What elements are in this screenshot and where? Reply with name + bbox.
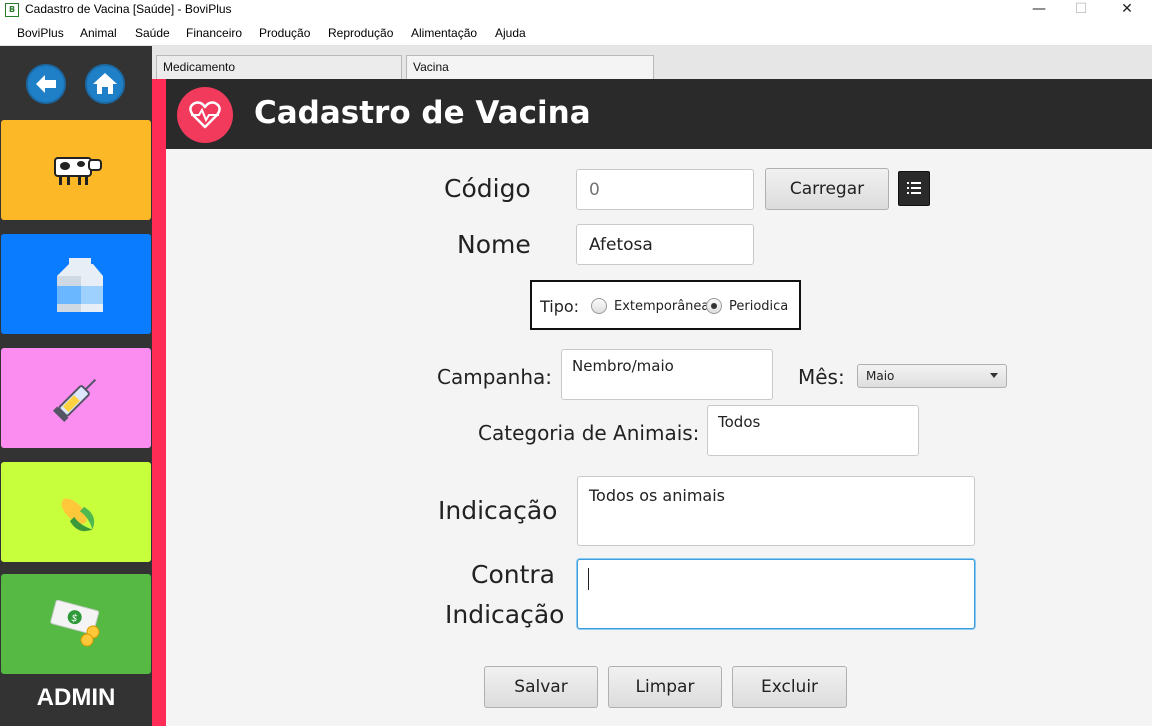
menu-alimentacao[interactable]: Alimentação [411,26,477,40]
syringe-icon [52,378,97,423]
indicacao-textarea[interactable]: Todos os animais [577,476,975,546]
menu-animal[interactable]: Animal [80,26,117,40]
user-label: ADMIN [36,684,116,711]
carregar-button[interactable]: Carregar [765,168,889,210]
mes-select[interactable]: Maio [857,364,1007,388]
nome-label: Nome [457,230,531,259]
milk-carton-icon [57,258,103,312]
tab-medicamento[interactable]: Medicamento [156,55,402,79]
money-icon: $ [50,600,100,647]
accent-bar [152,79,166,726]
mes-label: Mês: [798,365,845,389]
tipo-label: Tipo: [540,297,580,316]
limpar-button[interactable]: Limpar [608,666,722,708]
minimize-button[interactable]: — [1016,0,1062,20]
tile-producao[interactable] [1,234,151,334]
contra-indicacao-label-1: Contra [471,560,555,589]
radio-extemporanea[interactable] [591,298,607,314]
list-icon[interactable] [898,171,930,206]
home-icon[interactable] [85,64,125,104]
close-button[interactable]: ✕ [1104,0,1150,20]
nome-input[interactable]: Afetosa [576,224,754,265]
categoria-label: Categoria de Animais: [478,421,700,445]
menu-reproducao[interactable]: Reprodução [328,26,393,40]
salvar-button[interactable]: Salvar [484,666,598,708]
page-title: Cadastro de Vacina [254,95,591,131]
tab-vacina[interactable]: Vacina [406,55,654,79]
corn-icon [61,498,95,532]
categoria-textarea[interactable]: Todos [707,405,919,456]
text-cursor [588,568,589,590]
window-title: Cadastro de Vacina [Saúde] - BoviPlus [25,2,232,16]
radio-periodica[interactable] [706,298,722,314]
maximize-button[interactable]: ☐ [1058,0,1104,20]
indicacao-label: Indicação [438,496,558,525]
tile-animal[interactable] [1,120,151,220]
heart-pulse-icon [177,87,233,143]
menu-ajuda[interactable]: Ajuda [495,26,526,40]
bp-logo-icon: B [5,3,19,17]
tile-saude[interactable] [1,348,151,448]
chevron-down-icon [990,373,998,378]
arrow-left-icon[interactable] [26,64,66,104]
contra-indicacao-textarea[interactable] [577,559,975,629]
codigo-input[interactable] [576,169,754,210]
codigo-label: Código [444,174,531,203]
tile-alimentacao[interactable] [1,462,151,562]
periodica-label: Periodica [729,299,789,314]
menu-boviplus[interactable]: BoviPlus [17,26,64,40]
menu-saude[interactable]: Saúde [135,26,170,40]
extemporanea-label: Extemporânea [614,299,710,314]
campanha-textarea[interactable]: Nembro/maio [561,349,773,400]
contra-indicacao-label-2: Indicação [445,600,565,629]
excluir-button[interactable]: Excluir [732,666,847,708]
campanha-label: Campanha: [437,365,552,389]
menu-bar: BoviPlus Animal Saúde Financeiro Produçã… [0,22,1152,46]
tile-financeiro[interactable]: $ [1,574,151,674]
menu-financeiro[interactable]: Financeiro [186,26,242,40]
cow-icon [54,157,102,185]
menu-producao[interactable]: Produção [259,26,310,40]
mes-selected: Maio [866,369,895,383]
